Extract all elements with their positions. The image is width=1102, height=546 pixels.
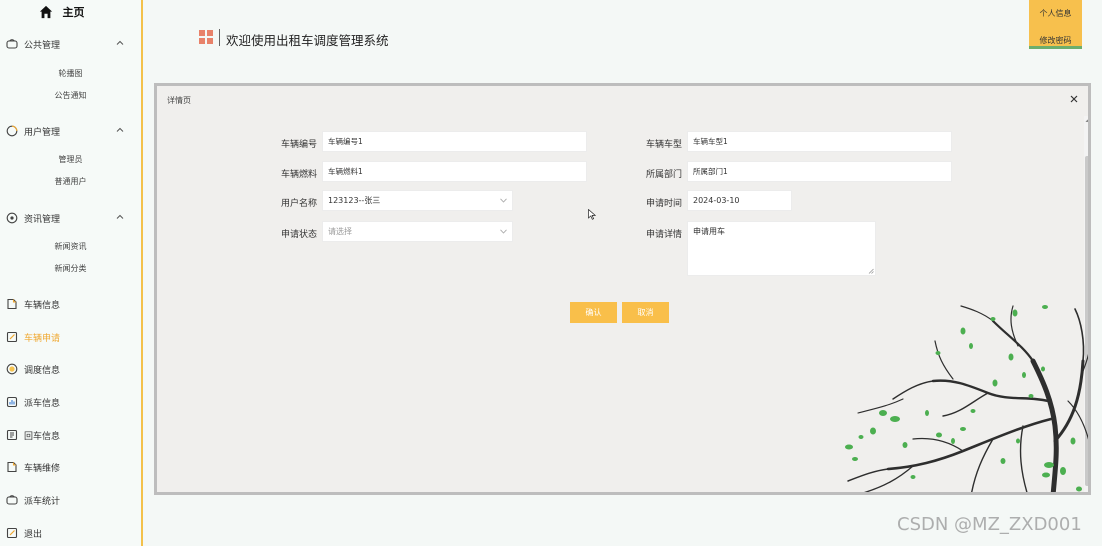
sidebar-item-return-car[interactable]: 回车信息 [0,426,141,444]
sidebar: 主页 公共管理 轮播图 公告通知 用户管理 管理员 普通用户 资讯管理 新闻资讯 [0,0,143,546]
user-circle-icon [6,125,18,137]
sidebar-item-label: 用户管理 [24,127,61,138]
department-label: 所属部门 [645,170,682,180]
public-icon [6,38,18,50]
logout-icon [6,527,18,539]
sidebar-item-send-car[interactable]: 派车信息 [0,393,141,411]
edit-note-icon [6,331,18,343]
modal-title: 详情页 [167,96,191,105]
sidebar-item-label: 退出 [24,529,43,540]
status-select-placeholder: 请选择 [328,227,352,236]
fuel-label: 车辆燃料 [280,170,317,180]
sidebar-item-label: 回车信息 [24,431,61,442]
chevron-up-icon [116,126,124,134]
sidebar-item-label: 车辆申请 [24,333,61,344]
vehicle-type-input[interactable] [687,131,952,152]
tree-decoration [845,305,1088,492]
fuel-input[interactable] [322,161,587,182]
username-label: 用户名称 [280,199,317,209]
sidebar-subitem-normal-user[interactable]: 普通用户 [0,175,141,189]
home-icon [39,5,52,19]
user-menu: 个人信息 修改密码 [1029,0,1082,49]
sidebar-item-label: 车辆信息 [24,300,61,311]
vehicle-no-input[interactable] [322,131,587,152]
username-select[interactable]: 123123--张三 [322,190,513,211]
sidebar-item-label: 公共管理 [24,40,61,51]
status-label: 申请状态 [280,230,317,240]
sidebar-item-users[interactable]: 用户管理 [0,122,141,140]
cursor-icon [588,209,596,220]
detail-modal: 详情页 车辆编号 车辆车型 车辆燃料 所属部门 用户名称 123123--张三 … [154,83,1091,495]
confirm-button[interactable]: 确认 [570,302,617,323]
apply-time-label: 申请时间 [645,199,682,209]
stats-icon [6,494,18,506]
news-icon [6,212,18,224]
sidebar-item-vehicle-apply[interactable]: 车辆申请 [0,328,141,346]
watermark: CSDN @MZ_ZXD001 [897,514,1082,535]
sidebar-item-label: 资讯管理 [24,214,61,225]
sidebar-item-vehicle-info[interactable]: 车辆信息 [0,295,141,313]
header-divider [219,29,220,46]
username-select-value: 123123--张三 [328,196,381,205]
detail-textarea[interactable]: 申请用车 [687,221,876,276]
dispatch-icon [6,363,18,375]
grid-icon [199,30,213,44]
vehicle-type-label: 车辆车型 [645,140,682,150]
sidebar-item-label: 派车统计 [24,496,61,507]
sidebar-item-logout[interactable]: 退出 [0,524,141,542]
sidebar-item-stats[interactable]: 派车统计 [0,491,141,509]
file-icon [6,298,18,310]
department-input[interactable] [687,161,952,182]
resize-grip-icon[interactable] [868,268,874,274]
sidebar-subitem-news[interactable]: 新闻资讯 [0,240,141,254]
sidebar-subitem-notice[interactable]: 公告通知 [0,89,141,103]
sidebar-subitem-carousel[interactable]: 轮播图 [0,67,141,81]
vehicle-no-label: 车辆编号 [280,140,317,150]
sidebar-item-public[interactable]: 公共管理 [0,35,141,53]
user-info-button[interactable]: 个人信息 [1029,7,1082,21]
page-title: 欢迎使用出租车调度管理系统 [226,33,389,48]
chart-icon [6,396,18,408]
sidebar-subitem-news-category[interactable]: 新闻分类 [0,262,141,276]
detail-label: 申请详情 [645,230,682,240]
cancel-button[interactable]: 取消 [622,302,669,323]
sidebar-item-label: 车辆维修 [24,463,61,474]
repair-icon [6,461,18,473]
return-icon [6,429,18,441]
sidebar-subitem-admin[interactable]: 管理员 [0,153,141,167]
apply-time-input[interactable] [687,190,792,211]
chevron-down-icon [500,229,507,234]
chevron-up-icon [116,39,124,47]
sidebar-item-news[interactable]: 资讯管理 [0,209,141,227]
chevron-up-icon [116,213,124,221]
chevron-down-icon [500,198,507,203]
sidebar-item-label: 调度信息 [24,365,61,376]
status-select[interactable]: 请选择 [322,221,513,242]
home-label: 主页 [62,6,85,19]
close-icon[interactable] [1069,94,1079,104]
active-underline [1029,46,1082,49]
sidebar-item-repair[interactable]: 车辆维修 [0,458,141,476]
sidebar-item-label: 派车信息 [24,398,61,409]
sidebar-item-dispatch[interactable]: 调度信息 [0,360,141,378]
sidebar-home[interactable]: 主页 [0,2,141,22]
